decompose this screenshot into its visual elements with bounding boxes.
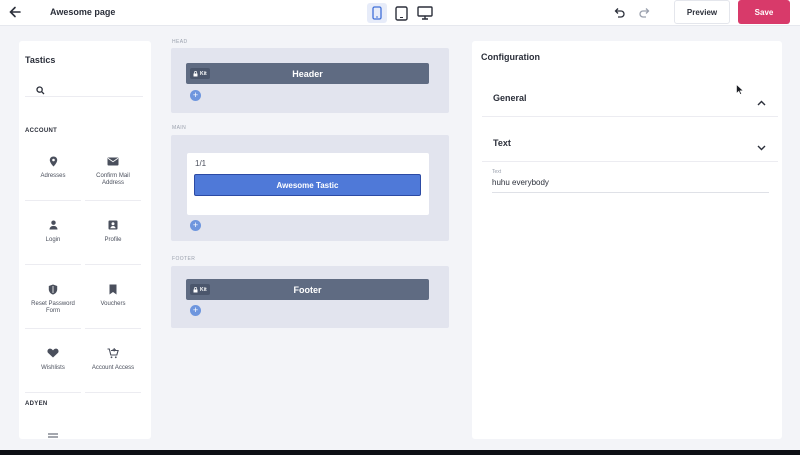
- tastic-account-access[interactable]: Account Access: [85, 335, 141, 393]
- preview-button[interactable]: Preview: [674, 0, 730, 24]
- heart-icon: [47, 347, 59, 359]
- page-title: Awesome page: [50, 7, 116, 17]
- add-row-icon[interactable]: +: [190, 220, 201, 231]
- tastic-profile[interactable]: Profile: [85, 207, 141, 265]
- sidebar-title: Tastics: [25, 55, 56, 65]
- section-label-account: ACCOUNT: [25, 128, 58, 134]
- zone-label-footer: FOOTER: [172, 256, 196, 262]
- user-icon: [49, 219, 58, 231]
- text-field-input[interactable]: huhu everybody: [492, 178, 769, 193]
- tastics-sidebar: Tastics ACCOUNT Adresses Confirm Mail Ad…: [19, 41, 151, 439]
- footer-bar-label: Footer: [293, 284, 322, 295]
- header-bar-label: Header: [292, 68, 323, 79]
- general-section-toggle[interactable]: General: [482, 79, 778, 117]
- zone-label-main: MAIN: [172, 125, 187, 131]
- tastic-search-input[interactable]: [25, 79, 143, 97]
- window-bottom-edge: [0, 450, 800, 455]
- add-row-icon[interactable]: +: [190, 90, 201, 101]
- configuration-panel: Configuration General Text Text huhu eve…: [472, 41, 782, 439]
- tastic-vouchers[interactable]: Vouchers: [85, 271, 141, 329]
- lock-icon: [193, 286, 198, 292]
- add-row-icon[interactable]: +: [190, 305, 201, 316]
- top-bar: Awesome page Preview Save: [0, 0, 800, 26]
- chevron-down-icon: [757, 138, 766, 156]
- tastic-label: Reset Password Form: [31, 301, 75, 314]
- back-arrow-icon[interactable]: [8, 5, 24, 21]
- shield-icon: [48, 283, 58, 295]
- mail-icon: [107, 155, 119, 167]
- main-zone: 1/1 Awesome Tastic +: [171, 135, 449, 241]
- bookmark-icon: [109, 283, 117, 295]
- mouse-pointer-icon: [736, 82, 745, 100]
- tastic-label: Profile: [104, 237, 122, 243]
- search-icon: [36, 82, 45, 100]
- location-pin-icon: [49, 155, 58, 167]
- kit-badge: Kit: [190, 284, 210, 295]
- text-field-label: Text: [492, 169, 502, 175]
- tablet-device-icon[interactable]: [391, 3, 411, 23]
- profile-card-icon: [108, 219, 118, 231]
- save-button[interactable]: Save: [738, 0, 790, 24]
- section-label-adyen: ADYEN: [25, 401, 48, 407]
- tastic-label: Confirm Mail Address: [96, 173, 130, 186]
- tastic-label: Adresses: [40, 173, 66, 179]
- tastic-label: Wishlists: [41, 365, 65, 371]
- main-cell[interactable]: 1/1 Awesome Tastic: [187, 153, 429, 215]
- tastic-adyen-item[interactable]: [25, 417, 81, 439]
- tastic-label: Account Access: [91, 365, 135, 371]
- cart-add-icon: [107, 347, 119, 359]
- tastic-login[interactable]: Login: [25, 207, 81, 265]
- cell-ratio: 1/1: [195, 159, 207, 168]
- text-section-label: Text: [493, 138, 511, 148]
- tastic-label: Vouchers: [100, 301, 126, 307]
- tastic-reset-password-form[interactable]: Reset Password Form: [25, 271, 81, 329]
- config-title: Configuration: [481, 52, 540, 62]
- footer-bar[interactable]: Kit Footer: [186, 279, 429, 300]
- kit-badge: Kit: [190, 68, 210, 79]
- zone-label-head: HEAD: [172, 39, 188, 45]
- head-zone: Kit Header +: [171, 48, 449, 113]
- footer-zone: Kit Footer +: [171, 266, 449, 328]
- text-section-toggle[interactable]: Text: [482, 124, 778, 162]
- mobile-device-icon[interactable]: [367, 3, 387, 23]
- undo-icon[interactable]: [612, 6, 626, 20]
- general-section-label: General: [493, 93, 527, 103]
- redo-icon[interactable]: [638, 6, 652, 20]
- tastic-wishlists[interactable]: Wishlists: [25, 335, 81, 393]
- tastic-label: Login: [45, 237, 61, 243]
- lock-icon: [193, 70, 198, 76]
- desktop-device-icon[interactable]: [415, 3, 435, 23]
- awesome-tastic-block[interactable]: Awesome Tastic: [194, 174, 421, 196]
- tastic-adresses[interactable]: Adresses: [25, 143, 81, 201]
- list-icon: [48, 431, 58, 439]
- tastic-confirm-mail-address[interactable]: Confirm Mail Address: [85, 143, 141, 201]
- chevron-up-icon: [757, 93, 766, 111]
- header-bar[interactable]: Kit Header: [186, 63, 429, 84]
